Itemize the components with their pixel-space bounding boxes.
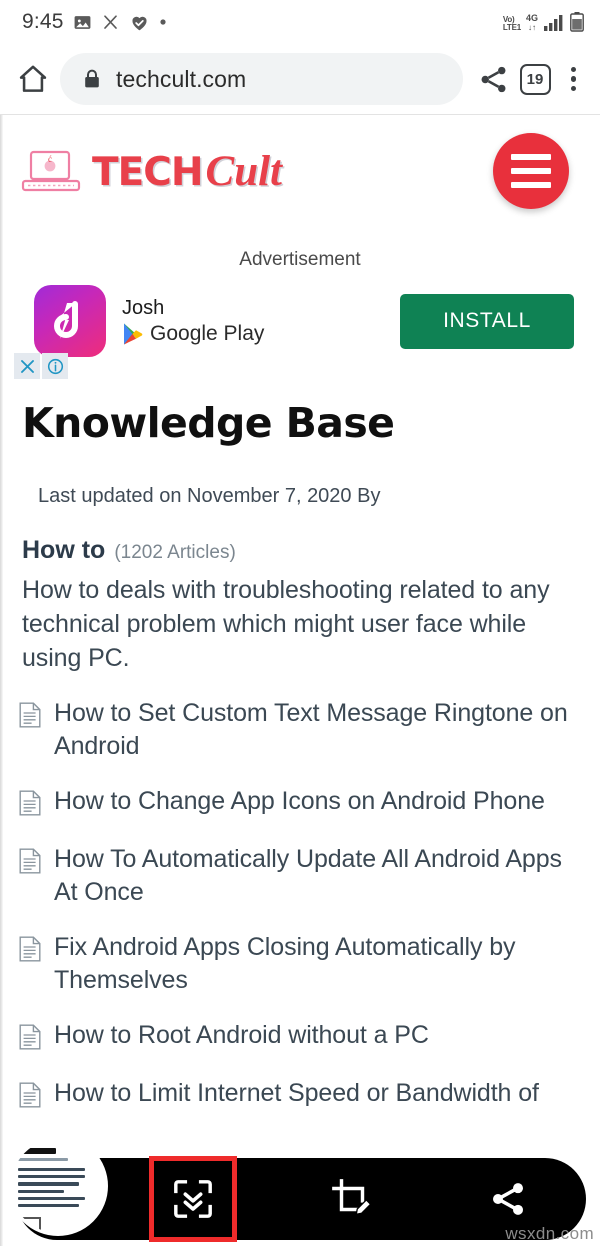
section-description: How to deals with troubleshooting relate… [22, 576, 550, 672]
document-icon [19, 1082, 41, 1113]
section-article-count: (1202 Articles) [114, 542, 236, 563]
network-arrows-label: ↓↑ [527, 22, 536, 32]
url-text: techcult.com [116, 65, 247, 92]
svg-text:ć: ć [48, 154, 52, 164]
list-item[interactable]: Fix Android Apps Closing Automatically b… [0, 931, 600, 997]
volte-bottom-label: LTE1 [502, 23, 521, 32]
heart-check-icon [132, 16, 147, 30]
document-icon [19, 848, 41, 909]
crop-edit-icon [332, 1179, 372, 1215]
article-title: How to Limit Internet Speed or Bandwidth… [54, 1079, 539, 1108]
advertisement-store: Google Play [122, 322, 264, 346]
page-title: Knowledge Base [22, 399, 395, 447]
address-bar[interactable]: techcult.com [60, 53, 463, 105]
list-item[interactable]: How to Change App Icons on Android Phone [0, 785, 600, 821]
section-header: How to (1202 Articles) [22, 536, 600, 565]
status-bar-right: Vo) LTE1 4G ↓↑ [503, 12, 584, 32]
install-button[interactable]: INSTALL [400, 293, 574, 349]
hamburger-menu-icon[interactable] [493, 133, 569, 209]
scroll-capture-icon [174, 1180, 212, 1218]
advertisement-text: Josh Google Play [122, 297, 264, 346]
advertisement-block: Advertisement Josh Google Play INSTALL [0, 249, 600, 379]
close-ad-icon[interactable] [14, 353, 40, 379]
thumbnail-line [18, 1175, 86, 1179]
josh-logo-glyph [54, 301, 78, 339]
document-icon [19, 1024, 41, 1055]
network-indicator: 4G ↓↑ [526, 13, 538, 32]
web-page-content: ć TECH Cult Advertisement Josh Google Pl… [0, 114, 600, 1246]
signal-bars-icon [544, 15, 563, 31]
status-time: 9:45 [22, 10, 64, 33]
article-list: How to Set Custom Text Message Ringtone … [0, 697, 600, 1113]
menu-dot [570, 85, 576, 92]
laptop-logo-icon: ć [21, 150, 81, 191]
site-header: ć TECH Cult [0, 115, 600, 241]
home-button[interactable] [16, 62, 50, 96]
article-title: How to Set Custom Text Message Ringtone … [54, 699, 568, 761]
home-icon [19, 65, 47, 92]
document-icon [19, 790, 41, 821]
screenshot-toolbar [8, 1136, 586, 1242]
browser-toolbar: techcult.com 19 [0, 44, 600, 114]
scroll-capture-button[interactable] [149, 1156, 237, 1242]
advertisement-label: Advertisement [239, 249, 361, 270]
status-bar-left: 9:45 [22, 10, 167, 34]
dot-icon [160, 19, 166, 25]
crop-edit-button[interactable] [315, 1162, 389, 1236]
hamburger-line [511, 154, 551, 160]
article-title: How to Root Android without a PC [54, 1021, 429, 1050]
site-logo[interactable]: ć TECH Cult [20, 147, 282, 196]
ad-info-icon[interactable] [42, 353, 68, 379]
more-vertical-icon[interactable] [561, 63, 587, 96]
lock-icon [85, 69, 99, 88]
thumbnail-line [18, 1158, 68, 1161]
tab-switcher-button[interactable]: 19 [519, 63, 551, 95]
josh-app-icon[interactable] [34, 285, 106, 357]
screenshot-thumbnail[interactable] [8, 1136, 108, 1236]
article-title: Fix Android Apps Closing Automatically b… [54, 933, 516, 995]
watermark: wsxdn.com [505, 1224, 594, 1243]
thumbnail-line [18, 1168, 86, 1172]
thumbnail-line [18, 1203, 79, 1208]
advertisement-controls [14, 353, 68, 379]
advertisement-row[interactable]: Josh Google Play INSTALL [0, 271, 600, 379]
menu-dot [570, 66, 576, 73]
document-icon [19, 702, 41, 763]
hamburger-line [511, 182, 551, 188]
thumbnail-line [18, 1189, 65, 1193]
thumbnail-line [18, 1182, 79, 1186]
status-bar: 9:45 Vo) LTE1 4G ↓↑ [0, 0, 600, 44]
last-updated-text: Last updated on November 7, 2020 By [38, 485, 381, 507]
share-icon [481, 66, 505, 92]
list-item[interactable]: How to Root Android without a PC [0, 1019, 600, 1055]
tab-count-label: 19 [519, 63, 551, 95]
image-icon [74, 15, 91, 29]
list-item[interactable]: How To Automatically Update All Android … [0, 843, 600, 909]
logo-text-cult: Cult [205, 148, 283, 195]
section-name: How to [22, 536, 106, 564]
menu-dot [570, 76, 576, 82]
list-item[interactable]: How to Set Custom Text Message Ringtone … [0, 697, 600, 763]
logo-wordmark: TECH Cult [92, 147, 282, 196]
battery-icon [570, 12, 584, 32]
phone-screen: 9:45 Vo) LTE1 4G ↓↑ techcult.com 19 ć TE… [0, 0, 600, 1246]
thumbnail-line [18, 1196, 86, 1200]
article-title: How to Change App Icons on Android Phone [54, 787, 545, 816]
document-icon [19, 936, 41, 997]
thumbnail-line [18, 1148, 57, 1154]
article-title: How To Automatically Update All Android … [54, 845, 562, 907]
google-play-icon [124, 323, 143, 344]
share-button[interactable] [477, 63, 510, 96]
volte-indicator: Vo) LTE1 [503, 16, 521, 32]
advertisement-store-name: Google Play [150, 321, 265, 345]
advertisement-app-name: Josh [122, 296, 165, 319]
hamburger-line [511, 168, 551, 174]
scissors-icon [103, 14, 117, 29]
list-item[interactable]: How to Limit Internet Speed or Bandwidth… [0, 1077, 600, 1113]
share-icon [493, 1183, 523, 1215]
logo-text-tech: TECH [92, 150, 204, 195]
